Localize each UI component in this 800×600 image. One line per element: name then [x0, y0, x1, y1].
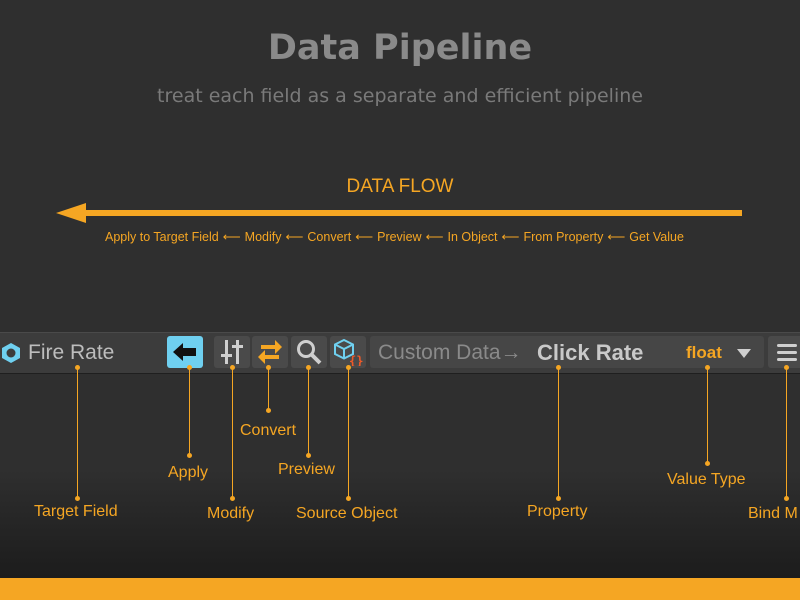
- preview-dot: [306, 365, 311, 370]
- svg-text:{}: {}: [349, 354, 363, 366]
- modify-dot: [230, 365, 235, 370]
- flow-step-modify: Modify: [244, 230, 282, 244]
- property-dot: [556, 365, 561, 370]
- value-type-dot: [705, 461, 710, 466]
- flow-arrow-icon: ⟵: [425, 230, 444, 244]
- source-object-button[interactable]: {}: [330, 336, 366, 368]
- convert-dot: [266, 365, 271, 370]
- target-field-callout: Target Field: [34, 503, 118, 520]
- value-type-callout: Value Type: [667, 471, 746, 488]
- flow-arrow-icon: ⟵: [607, 230, 626, 244]
- swap-arrows-icon: [258, 340, 282, 364]
- flow-step-convert: Convert: [307, 230, 352, 244]
- convert-callout: Convert: [240, 422, 297, 439]
- flow-arrow-icon: ⟵: [285, 230, 304, 244]
- flow-arrow-icon: [56, 203, 742, 223]
- flow-step-preview: Preview: [377, 230, 422, 244]
- value-type-dropdown[interactable]: float: [686, 343, 722, 363]
- bind-mode-dot: [784, 496, 789, 501]
- apply-leader: [189, 367, 190, 455]
- preview-dot: [306, 453, 311, 458]
- flow-steps: Apply to Target Field ⟵ Modify ⟵ Convert ⟵ Pre…: [105, 229, 684, 244]
- hexagon-icon: [2, 343, 20, 363]
- flow-arrow-icon: ⟵: [355, 230, 374, 244]
- sliders-icon: [221, 340, 243, 364]
- property-name: Click Rate: [537, 340, 644, 365]
- convert-leader: [268, 367, 269, 410]
- flow-arrow-icon: ⟵: [222, 230, 241, 244]
- property-path-prefix: Custom Data→: [378, 341, 522, 364]
- bind-mode-callout: Bind M: [748, 505, 798, 522]
- target-field-dot: [75, 496, 80, 501]
- value-type-leader: [707, 367, 708, 463]
- flow-title: DATA FLOW: [346, 176, 454, 197]
- pipeline-toolbar: Fire Rate {} Custom Data→ Click Rate flo…: [0, 332, 800, 374]
- flow-step-in-object: In Object: [447, 230, 498, 244]
- source-object-dot: [346, 496, 351, 501]
- modify-leader: [232, 367, 233, 498]
- flow-arrow-icon: ⟵: [501, 230, 520, 244]
- source-object-dot: [346, 365, 351, 370]
- convert-button[interactable]: [252, 336, 288, 368]
- target-field-label: Fire Rate: [28, 341, 115, 364]
- bind-mode-leader: [786, 367, 787, 498]
- cube-braces-icon: {}: [334, 338, 363, 366]
- property-leader: [558, 367, 559, 498]
- property-path-field[interactable]: Custom Data→ Click Rate float: [370, 336, 764, 368]
- target-field-leader: [77, 367, 78, 498]
- preview-leader: [308, 367, 309, 455]
- property-callout: Property: [527, 503, 588, 520]
- chevron-down-icon[interactable]: [737, 349, 751, 358]
- source-object-leader: [348, 367, 349, 498]
- page-title: Data Pipeline: [267, 28, 533, 68]
- bind-mode-button[interactable]: [768, 336, 800, 368]
- arrow-left-icon: [173, 343, 196, 361]
- value-type-dot: [705, 365, 710, 370]
- property-dot: [556, 496, 561, 501]
- preview-callout: Preview: [278, 461, 335, 478]
- flow-step-get-value: Get Value: [629, 230, 684, 244]
- modify-dot: [230, 496, 235, 501]
- source-object-callout: Source Object: [296, 505, 398, 522]
- apply-dot: [187, 365, 192, 370]
- flow-step-from-property: From Property: [523, 230, 604, 244]
- apply-dot: [187, 453, 192, 458]
- apply-callout: Apply: [168, 464, 209, 481]
- bind-mode-dot: [784, 365, 789, 370]
- modify-callout: Modify: [207, 505, 255, 522]
- target-field-dot: [75, 365, 80, 370]
- page-subtitle: treat each field as a separate and effic…: [157, 85, 643, 107]
- hamburger-menu-icon: [777, 344, 797, 361]
- convert-dot: [266, 408, 271, 413]
- modify-button[interactable]: [214, 336, 250, 368]
- search-icon: [297, 340, 322, 365]
- preview-button[interactable]: [291, 336, 327, 368]
- apply-button[interactable]: [167, 336, 203, 368]
- bottom-accent-bar: [0, 578, 800, 600]
- flow-step-apply: Apply to Target Field: [105, 230, 219, 244]
- target-field[interactable]: Fire Rate: [0, 338, 114, 368]
